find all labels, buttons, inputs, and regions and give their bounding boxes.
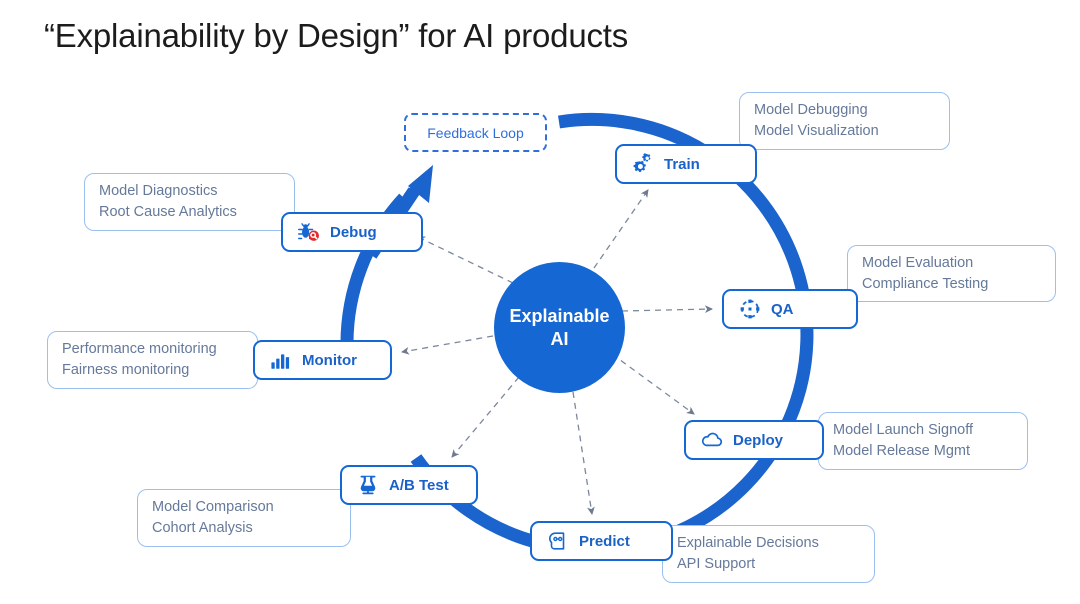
head-brain-icon bbox=[546, 529, 570, 553]
node-qa[interactable]: QA bbox=[722, 289, 858, 329]
connector-hub-predict bbox=[572, 391, 595, 515]
callout-qa: Model Evaluation Compliance Testing bbox=[847, 245, 1056, 302]
callout-predict-line-1: Explainable Decisions bbox=[677, 535, 819, 552]
flask-icon bbox=[356, 473, 380, 497]
callout-debug-line-1: Model Diagnostics bbox=[99, 183, 218, 200]
connector-hub-abtest bbox=[451, 376, 520, 458]
callout-qa-line-1: Model Evaluation bbox=[862, 254, 974, 271]
node-train-label: Train bbox=[664, 155, 700, 173]
connector-hub-deploy bbox=[611, 353, 695, 415]
node-abtest-label: A/B Test bbox=[389, 476, 449, 494]
callout-abtest-line-2: Cohort Analysis bbox=[152, 520, 253, 536]
callout-abtest-line-1: Model Comparison bbox=[152, 499, 274, 516]
cloud-icon bbox=[700, 428, 724, 452]
callout-debug-line-2: Root Cause Analytics bbox=[99, 204, 237, 220]
page-title: “Explainability by Design” for AI produc… bbox=[44, 17, 629, 54]
callout-deploy-line-1: Model Launch Signoff bbox=[833, 422, 974, 439]
node-monitor-label: Monitor bbox=[302, 351, 357, 369]
callout-predict-line-2: API Support bbox=[677, 556, 756, 572]
callout-qa-line-2: Compliance Testing bbox=[862, 275, 989, 292]
feedback-loop-box[interactable]: Feedback Loop bbox=[404, 113, 547, 152]
node-deploy-label: Deploy bbox=[733, 431, 784, 449]
hub-line-2: AI bbox=[550, 328, 569, 349]
node-predict[interactable]: Predict bbox=[530, 521, 673, 561]
node-monitor[interactable]: Monitor bbox=[253, 340, 392, 380]
node-debug[interactable]: Debug bbox=[281, 212, 423, 252]
connector-hub-monitor bbox=[401, 335, 494, 355]
bug-magnifier-icon bbox=[297, 220, 321, 244]
callout-debug: Model Diagnostics Root Cause Analytics bbox=[84, 173, 295, 231]
bar-chart-icon bbox=[269, 348, 293, 372]
node-debug-label: Debug bbox=[330, 223, 377, 241]
node-abtest[interactable]: A/B Test bbox=[340, 465, 478, 505]
callout-monitor-line-1: Performance monitoring bbox=[62, 341, 217, 358]
callout-deploy: Model Launch Signoff Model Release Mgmt bbox=[818, 412, 1028, 470]
callout-deploy-line-2: Model Release Mgmt bbox=[833, 443, 970, 459]
node-train[interactable]: Train bbox=[615, 144, 757, 184]
selection-target-icon bbox=[738, 297, 762, 321]
callout-monitor-line-2: Fairness monitoring bbox=[62, 362, 190, 378]
feedback-loop-label: Feedback Loop bbox=[427, 124, 524, 141]
gears-icon bbox=[631, 152, 655, 176]
slide-canvas: “Explainability by Design” for AI produc… bbox=[0, 0, 1080, 604]
connector-hub-train bbox=[593, 189, 649, 269]
node-deploy[interactable]: Deploy bbox=[684, 420, 824, 460]
connector-hub-qa bbox=[621, 305, 713, 314]
callout-monitor: Performance monitoring Fairness monitori… bbox=[47, 331, 258, 389]
callout-train-line-1: Model Debugging bbox=[754, 102, 868, 119]
callout-train: Model Debugging Model Visualization bbox=[739, 92, 950, 150]
node-predict-label: Predict bbox=[579, 532, 630, 550]
connector-hub-debug bbox=[417, 236, 514, 284]
callout-train-line-2: Model Visualization bbox=[754, 123, 879, 139]
callout-predict: Explainable Decisions API Support bbox=[662, 525, 875, 583]
hub-line-1: Explainable bbox=[509, 306, 610, 326]
node-qa-label: QA bbox=[771, 300, 794, 318]
callout-abtest: Model Comparison Cohort Analysis bbox=[137, 489, 351, 547]
center-hub-explainable-ai: Explainable AI bbox=[494, 262, 625, 393]
